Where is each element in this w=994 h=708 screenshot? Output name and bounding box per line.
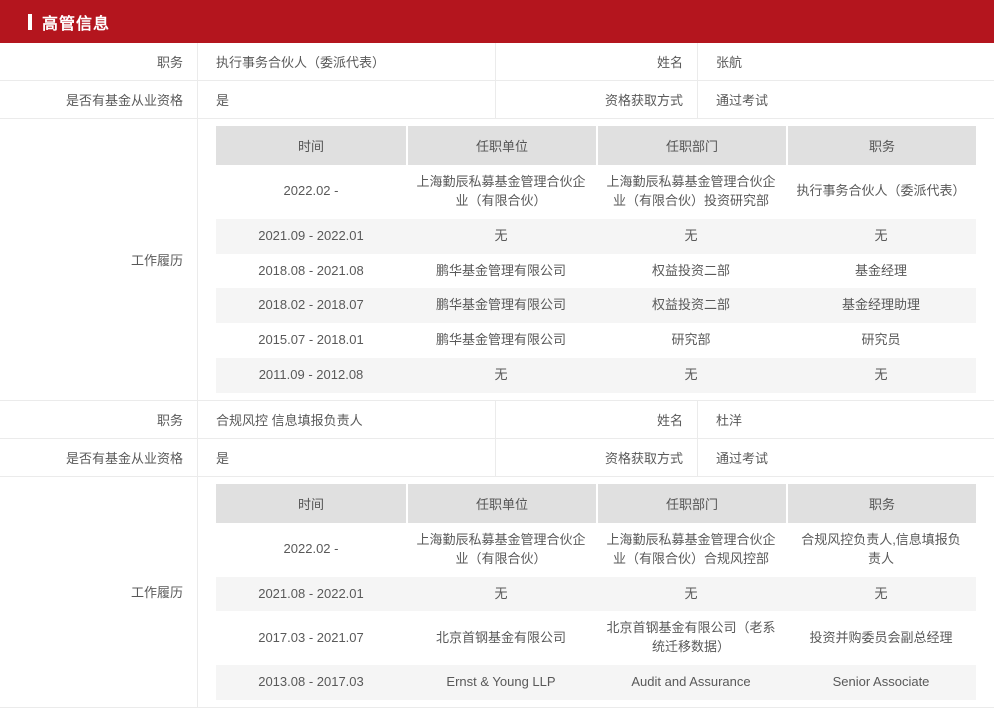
work-history-cell-title: 无 bbox=[786, 358, 976, 393]
qualification-row: 是否有基金从业资格 是 资格获取方式 通过考试 bbox=[0, 438, 994, 477]
work-history-row: 2018.08 - 2021.08 鹏华基金管理有限公司 权益投资二部 基金经理 bbox=[216, 254, 976, 289]
work-history-row: 2013.08 - 2017.03 Ernst & Young LLP Audit … bbox=[216, 665, 976, 700]
work-history-cell-department: 权益投资二部 bbox=[596, 288, 786, 324]
work-history-cell-department: 北京首钢基金有限公司（老系统迁移数据） bbox=[606, 620, 776, 655]
qualification-row: 是否有基金从业资格 是 资格获取方式 通过考试 bbox=[0, 81, 994, 119]
work-history-cell-period: 2021.09 - 2022.01 bbox=[216, 218, 406, 254]
work-history-column-header: 时间 bbox=[216, 483, 406, 523]
work-history-row: 2021.09 - 2022.01 无无无 bbox=[216, 218, 976, 254]
has-qualification-label: 是否有基金从业资格 bbox=[65, 93, 183, 108]
work-history-table: 时间 任职单位 任职部门 职务 2022.02 - 上海勤辰私募基金管理合伙企业（有限合… bbox=[216, 126, 976, 393]
name-label: 姓名 bbox=[495, 400, 697, 438]
work-history-cell-company: 鹏华基金管理有限公司 bbox=[435, 332, 566, 348]
work-history-header-row: 时间 任职单位 任职部门 职务 bbox=[216, 483, 976, 523]
work-history-cell-title: 基金经理 bbox=[854, 262, 907, 278]
work-history-cell-period: 2021.08 - 2022.01 bbox=[216, 576, 406, 612]
work-history-cell-title: 研究员 bbox=[861, 332, 901, 348]
work-history-cell-department: Audit and Assurance bbox=[596, 665, 786, 700]
work-history-cell-department: 上海勤辰私募基金管理合伙企业（有限合伙）投资研究部 bbox=[606, 174, 776, 208]
work-history-table-container: 时间 任职单位 任职部门 职务 2022.02 - 上海勤辰私募基金管理合伙企业（有限合… bbox=[197, 476, 994, 707]
position-name-row: 职务 合规风控 信息填报负责人 姓名 杜洋 bbox=[0, 400, 994, 439]
work-history-row: 2018.02 - 2018.07 鹏华基金管理有限公司 权益投资二部 基金经理助理 bbox=[216, 288, 976, 324]
work-history-table-container: 时间 任职单位 任职部门 职务 2022.02 - 上海勤辰私募基金管理合伙企业（有限合… bbox=[197, 119, 994, 400]
work-history-cell-period: 2017.03 - 2021.07 bbox=[258, 629, 364, 645]
work-history-column-header: 职务 bbox=[786, 483, 976, 523]
work-history-column-header: 任职单位 bbox=[406, 483, 596, 523]
name-value: 杜洋 bbox=[697, 400, 994, 438]
qualification-method-label: 资格获取方式 bbox=[495, 438, 697, 476]
section-header-accent-icon bbox=[28, 13, 32, 30]
work-history-cell-title: 投资并购委员会副总经理 bbox=[809, 629, 953, 645]
work-history-row-group: 工作履历 时间 任职单位 任职部门 职务 2022.02 - 上海勤辰私募基金管理合伙企… bbox=[0, 119, 994, 401]
position-value: 合规风控 信息填报负责人 bbox=[197, 400, 495, 438]
work-history-cell-title: 无 bbox=[786, 218, 976, 254]
position-label: 职务 bbox=[156, 412, 183, 428]
work-history-cell-company: 鹏华基金管理有限公司 bbox=[406, 288, 596, 324]
work-history-cell-company: Ernst & Young LLP bbox=[406, 665, 596, 700]
work-history-cell-department: 研究部 bbox=[671, 332, 711, 348]
page-title: 高管信息 bbox=[42, 15, 111, 33]
work-history-column-header: 任职部门 bbox=[596, 483, 786, 523]
work-history-row: 2015.07 - 2018.01 鹏华基金管理有限公司 研究部 研究员 bbox=[216, 323, 976, 358]
work-history-row: 2017.03 - 2021.07 北京首钢基金有限公司 北京首钢基金有限公司（老系… bbox=[216, 611, 976, 665]
name-value: 张航 bbox=[697, 43, 994, 80]
work-history-cell-period: 2015.07 - 2018.01 bbox=[258, 332, 364, 348]
work-history-cell-department: 上海勤辰私募基金管理合伙企业（有限合伙）合规风控部 bbox=[606, 531, 776, 566]
section-header: 高管信息 bbox=[0, 0, 994, 43]
work-history-column-header: 职务 bbox=[786, 126, 976, 165]
work-history-cell-company: 北京首钢基金有限公司 bbox=[435, 629, 566, 645]
work-history-cell-department: 无 bbox=[596, 358, 786, 393]
has-qualification-value: 是 bbox=[197, 438, 495, 476]
qualification-method-value: 通过考试 bbox=[697, 81, 994, 118]
position-value: 执行事务合伙人（委派代表） bbox=[197, 43, 495, 80]
work-history-cell-company: 无 bbox=[406, 218, 596, 254]
work-history-column-header: 任职部门 bbox=[596, 126, 786, 165]
work-history-cell-period: 2011.09 - 2012.08 bbox=[216, 358, 406, 393]
work-history-cell-period: 2018.08 - 2021.08 bbox=[258, 262, 364, 278]
work-history-cell-company: 无 bbox=[406, 576, 596, 612]
work-history-cell-company: 上海勤辰私募基金管理合伙企业（有限合伙） bbox=[416, 531, 586, 566]
work-history-label: 工作履历 bbox=[130, 585, 183, 601]
work-history-cell-title: 执行事务合伙人（委派代表） bbox=[796, 183, 966, 199]
work-history-header-row: 时间 任职单位 任职部门 职务 bbox=[216, 126, 976, 165]
work-history-row: 2021.08 - 2022.01 无无无 bbox=[216, 576, 976, 612]
position-label: 职务 bbox=[156, 55, 183, 70]
work-history-cell-period: 2013.08 - 2017.03 bbox=[216, 665, 406, 700]
work-history-cell-period: 2018.02 - 2018.07 bbox=[216, 288, 406, 324]
has-qualification-value: 是 bbox=[197, 81, 495, 118]
name-label: 姓名 bbox=[495, 43, 697, 80]
work-history-row: 2022.02 - 上海勤辰私募基金管理合伙企业（有限合伙） 上海勤辰私募基金管理合… bbox=[216, 523, 976, 577]
work-history-cell-title: 基金经理助理 bbox=[786, 288, 976, 324]
work-history-cell-period: 2022.02 - bbox=[283, 541, 339, 557]
work-history-row: 2011.09 - 2012.08 无无无 bbox=[216, 358, 976, 393]
qualification-method-label: 资格获取方式 bbox=[495, 81, 697, 118]
work-history-label: 工作履历 bbox=[130, 252, 183, 268]
position-name-row: 职务 执行事务合伙人（委派代表） 姓名 张航 bbox=[0, 43, 994, 81]
work-history-column-header: 时间 bbox=[216, 126, 406, 165]
executive-section: 职务 合规风控 信息填报负责人 姓名 杜洋 是否有基金从业资格 是 资格获取方式… bbox=[0, 400, 994, 708]
work-history-cell-title: 合规风控负责人,信息填报负责人 bbox=[801, 531, 961, 566]
executive-section: 职务 执行事务合伙人（委派代表） 姓名 张航 是否有基金从业资格 是 资格获取方… bbox=[0, 43, 994, 401]
work-history-cell-title: 无 bbox=[786, 576, 976, 612]
work-history-table: 时间 任职单位 任职部门 职务 2022.02 - 上海勤辰私募基金管理合伙企业（有限合… bbox=[216, 483, 976, 700]
work-history-column-header: 任职单位 bbox=[406, 126, 596, 165]
work-history-cell-period: 2022.02 - bbox=[283, 183, 339, 199]
qualification-method-value: 通过考试 bbox=[697, 438, 994, 476]
work-history-row: 2022.02 - 上海勤辰私募基金管理合伙企业（有限合伙） 上海勤辰私募基金管理合… bbox=[216, 165, 976, 219]
work-history-cell-company: 无 bbox=[406, 358, 596, 393]
work-history-cell-company: 鹏华基金管理有限公司 bbox=[435, 262, 566, 278]
work-history-cell-department: 无 bbox=[596, 576, 786, 612]
work-history-cell-department: 权益投资二部 bbox=[651, 262, 730, 278]
work-history-row-group: 工作履历 时间 任职单位 任职部门 职务 2022.02 - 上海勤辰私募基金管理合伙企… bbox=[0, 476, 994, 708]
work-history-cell-company: 上海勤辰私募基金管理合伙企业（有限合伙） bbox=[416, 174, 586, 208]
executives: 职务 执行事务合伙人（委派代表） 姓名 张航 是否有基金从业资格 是 资格获取方… bbox=[0, 43, 994, 708]
work-history-cell-department: 无 bbox=[596, 218, 786, 254]
work-history-cell-title: Senior Associate bbox=[786, 665, 976, 700]
has-qualification-label: 是否有基金从业资格 bbox=[65, 450, 183, 466]
